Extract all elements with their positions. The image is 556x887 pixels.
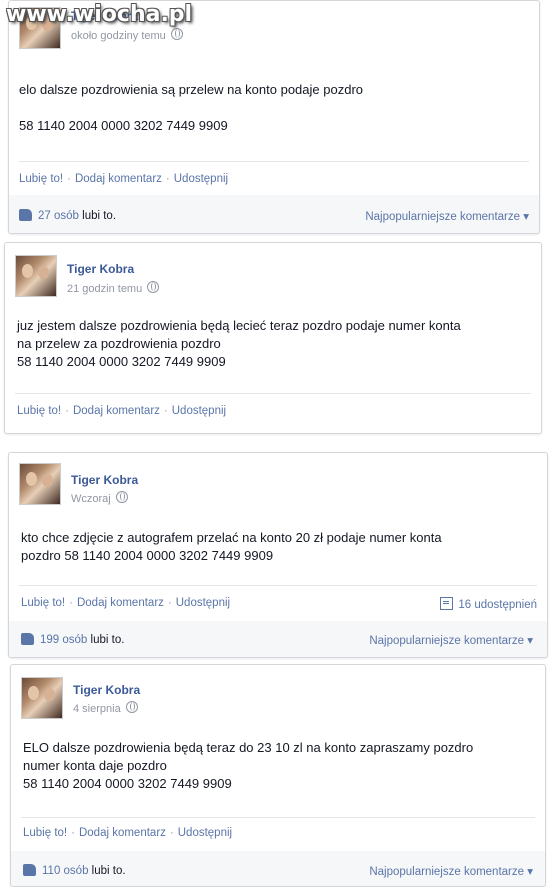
- likes-suffix: lubi to.: [90, 634, 125, 646]
- globe-icon: [125, 701, 138, 713]
- author-name[interactable]: Tiger Kobra: [71, 473, 138, 487]
- share-icon: [440, 597, 454, 610]
- site-watermark: www.wiocha.pl: [6, 2, 193, 27]
- share-link[interactable]: Udostępnij: [174, 173, 228, 185]
- thumbs-up-icon: [19, 209, 32, 221]
- thumbs-up-icon: [21, 633, 34, 645]
- avatar[interactable]: [19, 463, 61, 505]
- post-time-label: 21 godzin temu: [67, 283, 143, 295]
- likes-suffix: lubi to.: [82, 210, 117, 222]
- likes-count[interactable]: 199 osób: [40, 634, 87, 646]
- avatar[interactable]: [15, 255, 57, 297]
- post-line: ELO dalsze pozdrowienia będą teraz do 23…: [23, 740, 474, 755]
- post-line: 58 1140 2004 0000 3202 7449 9909: [17, 354, 226, 369]
- post-text: juz jestem dalsze pozdrowienia będą leci…: [17, 317, 461, 371]
- post-line: 58 1140 2004 0000 3202 7449 9909: [23, 776, 232, 791]
- likes-summary: 199 osób lubi to.: [21, 633, 124, 646]
- likes-count[interactable]: 110 osób: [42, 865, 88, 877]
- thumbs-up-icon: [23, 864, 36, 876]
- divider: [15, 393, 531, 394]
- post-actions: Lubię to! · Dodaj komentarz · Udostępnij: [17, 405, 227, 417]
- divider: [19, 161, 529, 162]
- post-time[interactable]: 21 godzin temu: [67, 281, 160, 295]
- like-link[interactable]: Lubię to!: [21, 597, 65, 609]
- comment-link[interactable]: Dodaj komentarz: [77, 597, 164, 609]
- post-text: kto chce zdjęcie z autografem przelać na…: [21, 529, 442, 565]
- like-link[interactable]: Lubię to!: [19, 173, 63, 185]
- shares-label: 16 udostępnień: [458, 599, 537, 611]
- popular-comments-dropdown[interactable]: Najpopularniejsze komentarze ▾: [365, 209, 529, 223]
- post-line: kto chce zdjęcie z autografem przelać na…: [21, 530, 442, 545]
- shares-count[interactable]: 16 udostępnień: [440, 597, 537, 611]
- divider: [21, 817, 535, 818]
- post-time[interactable]: 4 sierpnia: [73, 701, 138, 715]
- post-line: 58 1140 2004 0000 3202 7449 9909: [19, 118, 228, 133]
- post-time[interactable]: około godziny temu: [71, 28, 183, 42]
- post-actions: Lubię to! · Dodaj komentarz · Udostępnij: [19, 173, 229, 185]
- post-line: na przelew za pozdrowienia pozdro: [17, 336, 221, 351]
- post-time[interactable]: Wczoraj: [71, 491, 128, 505]
- comment-link[interactable]: Dodaj komentarz: [73, 405, 160, 417]
- post-line: numer konta daje pozdro: [23, 758, 167, 773]
- post-card: Tiger Kobra około godziny temu elo dalsz…: [8, 0, 540, 234]
- likes-summary: 27 osób lubi to.: [19, 209, 116, 222]
- post-actions: Lubię to! · Dodaj komentarz · Udostępnij: [21, 597, 231, 609]
- likes-count[interactable]: 27 osób: [38, 210, 79, 222]
- popular-comments-dropdown[interactable]: Najpopularniejsze komentarze ▾: [369, 864, 533, 878]
- like-link[interactable]: Lubię to!: [23, 827, 67, 839]
- share-link[interactable]: Udostępnij: [172, 405, 226, 417]
- post-time-label: Wczoraj: [71, 493, 111, 505]
- popular-comments-dropdown[interactable]: Najpopularniejsze komentarze ▾: [369, 633, 533, 647]
- comment-link[interactable]: Dodaj komentarz: [79, 827, 166, 839]
- comment-link[interactable]: Dodaj komentarz: [75, 173, 162, 185]
- globe-icon: [147, 281, 160, 293]
- post-actions: Lubię to! · Dodaj komentarz · Udostępnij: [23, 827, 233, 839]
- post-time-label: 4 sierpnia: [73, 703, 121, 715]
- post-card: Tiger Kobra Wczoraj kto chce zdjęcie z a…: [8, 452, 548, 658]
- divider: [19, 585, 537, 586]
- post-time-label: około godziny temu: [71, 30, 166, 42]
- likes-suffix: lubi to.: [91, 865, 126, 877]
- author-name[interactable]: Tiger Kobra: [73, 683, 140, 697]
- post-text: ELO dalsze pozdrowienia będą teraz do 23…: [23, 739, 473, 793]
- share-link[interactable]: Udostępnij: [178, 827, 232, 839]
- author-name[interactable]: Tiger Kobra: [67, 262, 134, 276]
- post-line: [19, 99, 363, 117]
- post-card: Tiger Kobra 4 sierpnia ELO dalsze pozdro…: [10, 664, 546, 887]
- post-line: juz jestem dalsze pozdrowienia będą leci…: [17, 318, 461, 333]
- globe-icon: [170, 28, 183, 40]
- post-line: pozdro 58 1140 2004 0000 3202 7449 9909: [21, 548, 274, 563]
- post-text: elo dalsze pozdrowienia są przelew na ko…: [19, 81, 363, 135]
- avatar[interactable]: [21, 677, 63, 719]
- post-card: Tiger Kobra 21 godzin temu juz jestem da…: [4, 242, 542, 434]
- globe-icon: [115, 491, 128, 503]
- like-link[interactable]: Lubię to!: [17, 405, 61, 417]
- share-link[interactable]: Udostępnij: [176, 597, 230, 609]
- likes-summary: 110 osób lubi to.: [23, 864, 126, 877]
- post-line: elo dalsze pozdrowienia są przelew na ko…: [19, 82, 363, 97]
